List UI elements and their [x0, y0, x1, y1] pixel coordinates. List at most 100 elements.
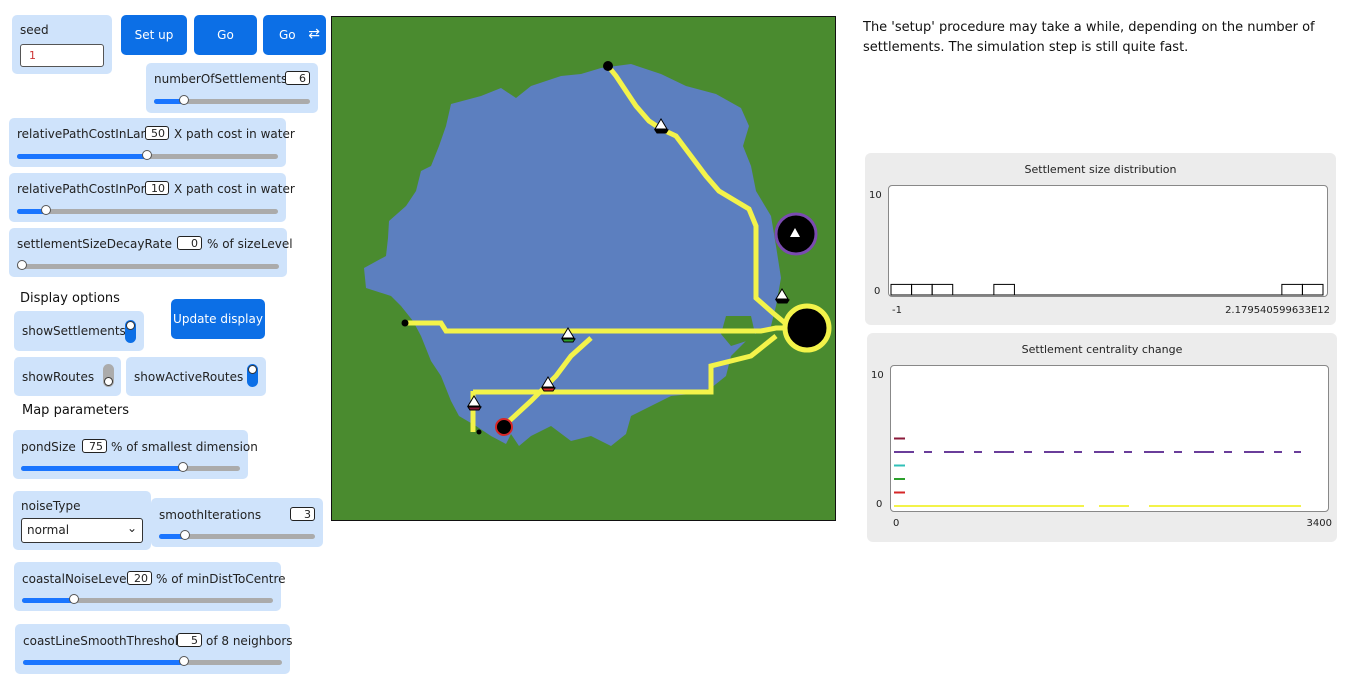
show-routes-toggle[interactable] — [103, 364, 114, 387]
world-view[interactable] — [331, 16, 836, 521]
smooth-iterations-value[interactable]: 3 — [290, 507, 315, 521]
plot-title: Settlement size distribution — [1024, 163, 1177, 176]
y-max-label: 10 — [871, 370, 884, 381]
show-routes-switch[interactable]: showRoutes — [14, 357, 121, 396]
relative-path-cost-in-port-label: relativePathCostInPort — [17, 182, 151, 196]
settlement-centrality-change-plot: Settlement centrality change 10 0 0 3400 — [867, 333, 1337, 542]
smooth-iterations-track[interactable] — [159, 530, 315, 540]
y-max-label: 10 — [869, 190, 882, 201]
pond-size-value[interactable]: 75 — [82, 439, 107, 453]
settlement-size-decay-rate-value[interactable]: 0 — [177, 236, 202, 250]
map-parameters-title: Map parameters — [22, 403, 129, 418]
coast-line-smooth-threshold-value[interactable]: 5 — [177, 633, 202, 647]
seed-input[interactable]: 1 — [20, 44, 104, 67]
number-of-settlements-label: numberOfSettlements — [154, 72, 288, 86]
info-note: The 'setup' procedure may take a while, … — [863, 20, 1315, 55]
slider-thumb[interactable] — [41, 205, 51, 215]
relative-path-cost-in-port-slider[interactable]: relativePathCostInPort 10 X path cost in… — [9, 173, 295, 222]
histogram-bar — [1281, 283, 1303, 296]
slider-thumb[interactable] — [17, 260, 27, 270]
smooth-iterations-slider[interactable]: smoothIterations 3 — [151, 498, 323, 547]
settlement — [782, 303, 832, 353]
show-routes-label: showRoutes — [22, 370, 95, 384]
slider-thumb[interactable] — [179, 95, 189, 105]
show-active-routes-label: showActiveRoutes — [134, 370, 244, 384]
coast-line-smooth-threshold-unit: of 8 neighbors — [206, 634, 293, 648]
coastal-noise-level-label: coastalNoiseLevel — [22, 572, 130, 586]
settlement — [603, 61, 613, 71]
settlement-size-decay-rate-track[interactable] — [17, 260, 279, 270]
show-settlements-toggle[interactable] — [125, 320, 136, 343]
slider-thumb[interactable] — [69, 594, 79, 604]
y-min-label: 0 — [876, 499, 883, 510]
chevron-down-icon: ⌄ — [126, 521, 137, 535]
slider-thumb[interactable] — [179, 656, 189, 666]
coast-line-smooth-threshold-track[interactable] — [23, 656, 282, 666]
display-options-title: Display options — [20, 291, 120, 306]
plot-area — [888, 185, 1328, 297]
relative-path-cost-in-land-slider[interactable]: relativePathCostInLand 50 X path cost in… — [9, 118, 295, 167]
histogram-bar — [911, 283, 933, 296]
pond-size-slider[interactable]: pondSize 75 % of smallest dimension — [13, 430, 258, 479]
number-of-settlements-track[interactable] — [154, 95, 310, 105]
number-of-settlements-slider[interactable]: numberOfSettlements 6 — [146, 63, 318, 113]
settlement — [476, 429, 482, 435]
x-max-label: 3400 — [1306, 518, 1332, 529]
x-max-label: 2.179540599633E12 — [1225, 305, 1330, 316]
x-min-label: 0 — [893, 518, 900, 529]
setup-button[interactable]: Set up — [121, 15, 187, 55]
coast-line-smooth-threshold-label: coastLineSmoothThreshold — [23, 634, 186, 648]
settlement-size-distribution-plot: Settlement size distribution 10 0 -1 2.1… — [865, 153, 1336, 325]
coast-line-smooth-threshold-slider[interactable]: coastLineSmoothThreshold 5 of 8 neighbor… — [15, 624, 293, 674]
histogram-bar — [890, 283, 913, 296]
settlement — [401, 319, 409, 327]
go-forever-label: Go — [279, 28, 296, 42]
settlement-size-decay-rate-slider[interactable]: settlementSizeDecayRate 0 % of sizeLevel — [9, 228, 293, 277]
relative-path-cost-in-land-track[interactable] — [17, 150, 278, 160]
slider-thumb[interactable] — [180, 530, 190, 540]
plot-title: Settlement centrality change — [1021, 343, 1183, 356]
histogram — [890, 283, 1324, 296]
slider-thumb[interactable] — [178, 462, 188, 472]
coastal-noise-level-slider[interactable]: coastalNoiseLevel 20 % of minDistToCentr… — [14, 562, 286, 611]
line-plot — [894, 437, 1301, 507]
slider-thumb[interactable] — [142, 150, 152, 160]
number-of-settlements-value[interactable]: 6 — [285, 71, 310, 85]
pond-size-unit: % of smallest dimension — [111, 440, 258, 454]
show-settlements-switch[interactable]: showSettlements — [14, 311, 144, 351]
coastal-noise-level-unit: % of minDistToCentre — [156, 572, 286, 586]
noise-type-label: noiseType — [21, 499, 81, 513]
settlement — [495, 418, 513, 436]
repeat-icon: ⇄ — [308, 26, 320, 42]
pond-size-track[interactable] — [21, 462, 240, 472]
relative-path-cost-in-port-track[interactable] — [17, 205, 278, 215]
plot-area — [890, 365, 1329, 512]
show-active-routes-toggle[interactable] — [247, 364, 258, 387]
x-min-label: -1 — [892, 305, 902, 316]
histogram-bar — [931, 283, 954, 296]
histogram-bar — [993, 283, 1015, 296]
noise-type-select[interactable]: normal ⌄ — [21, 518, 143, 543]
go-forever-button[interactable]: Go ⇄ — [263, 15, 326, 55]
update-display-button[interactable]: Update display — [171, 299, 265, 339]
show-active-routes-switch[interactable]: showActiveRoutes — [126, 357, 266, 396]
histogram-bar — [1301, 283, 1324, 296]
relative-path-cost-in-land-unit: X path cost in water — [174, 127, 295, 141]
pond-size-label: pondSize — [21, 440, 76, 454]
seed-widget: seed 1 — [12, 15, 112, 74]
settlement-size-decay-rate-label: settlementSizeDecayRate — [17, 237, 172, 251]
noise-type-chooser[interactable]: noiseType normal ⌄ — [13, 491, 151, 550]
relative-path-cost-in-land-value[interactable]: 50 — [145, 126, 169, 140]
coastal-noise-level-value[interactable]: 20 — [127, 571, 152, 585]
relative-path-cost-in-port-unit: X path cost in water — [174, 182, 295, 196]
noise-type-value: normal — [27, 523, 70, 537]
seed-label: seed — [20, 23, 49, 37]
world-map — [331, 16, 836, 521]
relative-path-cost-in-land-label: relativePathCostInLand — [17, 127, 156, 141]
smooth-iterations-label: smoothIterations — [159, 508, 262, 522]
y-min-label: 0 — [874, 286, 881, 297]
show-settlements-label: showSettlements — [22, 324, 126, 338]
go-button[interactable]: Go — [194, 15, 257, 55]
relative-path-cost-in-port-value[interactable]: 10 — [145, 181, 169, 195]
coastal-noise-level-track[interactable] — [22, 594, 273, 604]
